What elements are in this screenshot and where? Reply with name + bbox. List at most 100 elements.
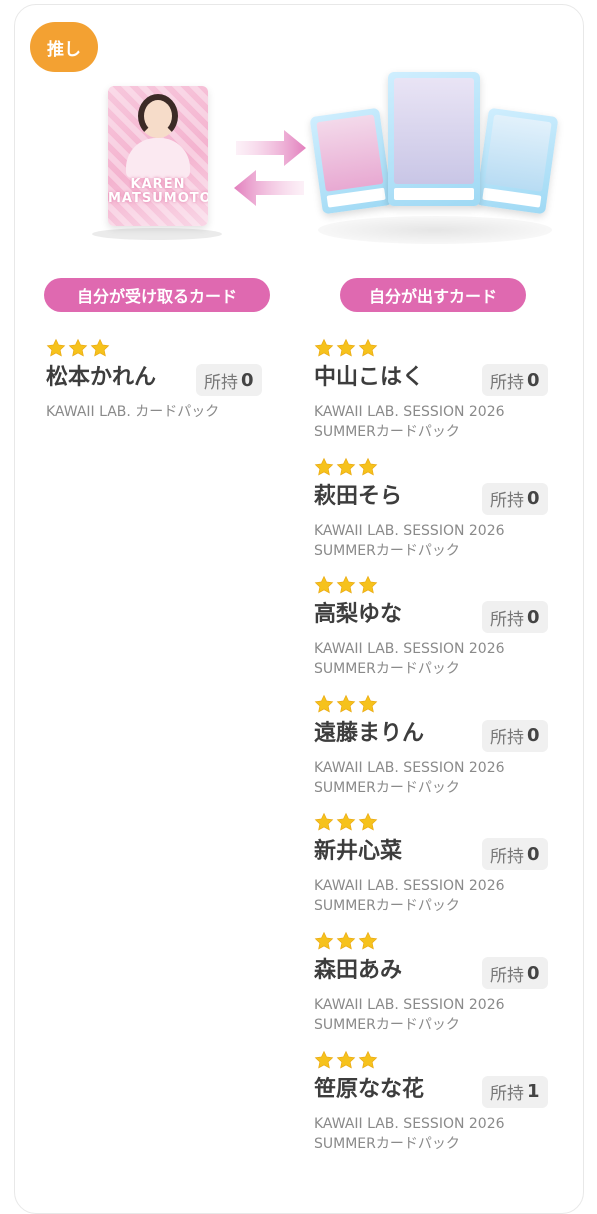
star-icon: [336, 1050, 356, 1069]
given-card-image[interactable]: [388, 72, 480, 206]
received-card-image[interactable]: KAREN MATSUMOTO: [108, 86, 208, 226]
star-icon: [336, 931, 356, 950]
star-icon: [358, 1050, 378, 1069]
owned-count: 1: [527, 1081, 540, 1103]
star-icon: [68, 338, 88, 357]
card-portrait: [394, 78, 474, 184]
rarity-stars: [314, 575, 574, 595]
owned-label: 所持: [490, 965, 524, 986]
pack-name-line2: SUMMERカードパック: [314, 1135, 460, 1152]
pack-name-line2: SUMMERカードパック: [314, 542, 460, 559]
rarity-stars: [46, 338, 306, 358]
card-list-item[interactable]: 森田あみ 所持 0 KAWAII LAB. SESSION 2026 SUMMERカード…: [314, 931, 574, 1043]
owned-label: 所持: [490, 609, 524, 630]
given-card-image[interactable]: [475, 107, 559, 215]
pack-name-line1: KAWAII LAB. SESSION 2026: [314, 404, 505, 420]
card-list-item[interactable]: 高梨ゆな 所持 0 KAWAII LAB. SESSION 2026 SUMMERカード…: [314, 575, 574, 687]
give-section-label: 自分が出すカード: [340, 278, 526, 312]
star-icon: [358, 338, 378, 357]
star-icon: [90, 338, 110, 357]
owned-count-badge: 所持 0: [482, 719, 548, 752]
card-list-item[interactable]: 遠藤まりん 所持 0 KAWAII LAB. SESSION 2026 SUMMERカー…: [314, 694, 574, 806]
star-icon: [314, 338, 334, 357]
star-icon: [314, 575, 334, 594]
star-icon: [314, 694, 334, 713]
card-portrait: [138, 94, 178, 138]
owned-label: 所持: [490, 728, 524, 749]
arrow-right-icon: [236, 130, 306, 166]
owned-count: 0: [241, 369, 254, 391]
star-icon: [314, 931, 334, 950]
member-name: 新井心菜: [314, 839, 403, 865]
receive-section-label: 自分が受け取るカード: [44, 278, 270, 312]
rarity-stars: [314, 457, 574, 477]
card-list-item[interactable]: 萩田そら 所持 0 KAWAII LAB. SESSION 2026 SUMMERカード…: [314, 457, 574, 569]
card-list-item[interactable]: 松本かれん 所持 0 KAWAII LAB. カードパック: [46, 338, 306, 420]
star-icon: [314, 1050, 334, 1069]
card-portrait: [484, 114, 552, 192]
member-name: 森田あみ: [314, 958, 403, 983]
owned-count-badge: 所持 0: [482, 364, 548, 396]
card-portrait: [316, 114, 384, 192]
rarity-stars: [314, 812, 574, 832]
card-name-strip: [394, 188, 474, 200]
given-card-image[interactable]: [309, 107, 393, 215]
star-icon: [358, 931, 378, 950]
pack-name-line2: SUMMERカードパック: [314, 779, 460, 796]
owned-count-badge: 所持 0: [482, 482, 548, 515]
star-icon: [336, 457, 356, 476]
star-icon: [336, 813, 356, 831]
card-shadow: [318, 216, 552, 244]
owned-count: 0: [527, 369, 540, 391]
rarity-stars: [314, 694, 574, 714]
card-list-item[interactable]: 中山こはく 所持 0 KAWAII LAB. SESSION 2026 SUMMERカー…: [314, 338, 574, 450]
owned-label: 所持: [490, 372, 524, 393]
owned-label: 所持: [204, 372, 238, 393]
arrow-left-icon: [234, 170, 304, 206]
pack-name-line2: SUMMERカードパック: [314, 1017, 460, 1033]
owned-count: 0: [527, 962, 540, 984]
pack-name-line1: KAWAII LAB. SESSION 2026: [314, 641, 505, 658]
owned-label: 所持: [490, 846, 524, 867]
star-icon: [336, 694, 356, 713]
owned-count: 0: [527, 606, 540, 628]
star-icon: [358, 575, 378, 594]
card-outfit: [126, 138, 190, 178]
pack-name-line2: SUMMERカードパック: [314, 661, 460, 678]
card-name-strip: [482, 187, 542, 208]
owned-count: 0: [527, 488, 540, 510]
member-name: 松本かれん: [46, 365, 157, 390]
oshi-badge: 推し: [30, 22, 98, 72]
member-name: 高梨ゆな: [314, 602, 403, 628]
owned-count: 0: [527, 725, 540, 747]
pack-name-line1: KAWAII LAB. SESSION 2026: [314, 997, 505, 1013]
member-name: 中山こはく: [314, 365, 425, 390]
star-icon: [336, 575, 356, 594]
card-list-item[interactable]: 笹原なな花 所持 1 KAWAII LAB. SESSION 2026 SUMMERカー…: [314, 1050, 574, 1162]
owned-count-badge: 所持 1: [482, 1075, 548, 1108]
rarity-stars: [314, 931, 574, 951]
card-name-text: KAREN MATSUMOTO: [108, 177, 208, 206]
pack-name-line1: KAWAII LAB. SESSION 2026: [314, 522, 505, 539]
card-name-strip: [326, 187, 386, 208]
star-icon: [336, 338, 356, 357]
owned-count-badge: 所持 0: [482, 838, 548, 871]
star-icon: [314, 457, 334, 476]
pack-name-line2: SUMMERカードパック: [314, 898, 460, 915]
rarity-stars: [314, 338, 574, 358]
member-name: 遠藤まりん: [314, 720, 425, 746]
star-icon: [358, 813, 378, 831]
card-list-item[interactable]: 新井心菜 所持 0 KAWAII LAB. SESSION 2026 SUMMERカード…: [314, 812, 574, 924]
owned-label: 所持: [490, 491, 524, 512]
pack-name: KAWAII LAB. カードパック: [46, 404, 220, 420]
member-name: 笹原なな花: [314, 1076, 425, 1102]
star-icon: [358, 694, 378, 713]
owned-label: 所持: [490, 1084, 524, 1105]
card-shadow: [92, 228, 222, 240]
star-icon: [46, 338, 66, 357]
owned-count-badge: 所持 0: [196, 364, 262, 396]
rarity-stars: [314, 1050, 574, 1070]
star-icon: [358, 457, 378, 476]
owned-count-badge: 所持 0: [482, 601, 548, 634]
pack-name-line1: KAWAII LAB. SESSION 2026: [314, 1115, 505, 1132]
